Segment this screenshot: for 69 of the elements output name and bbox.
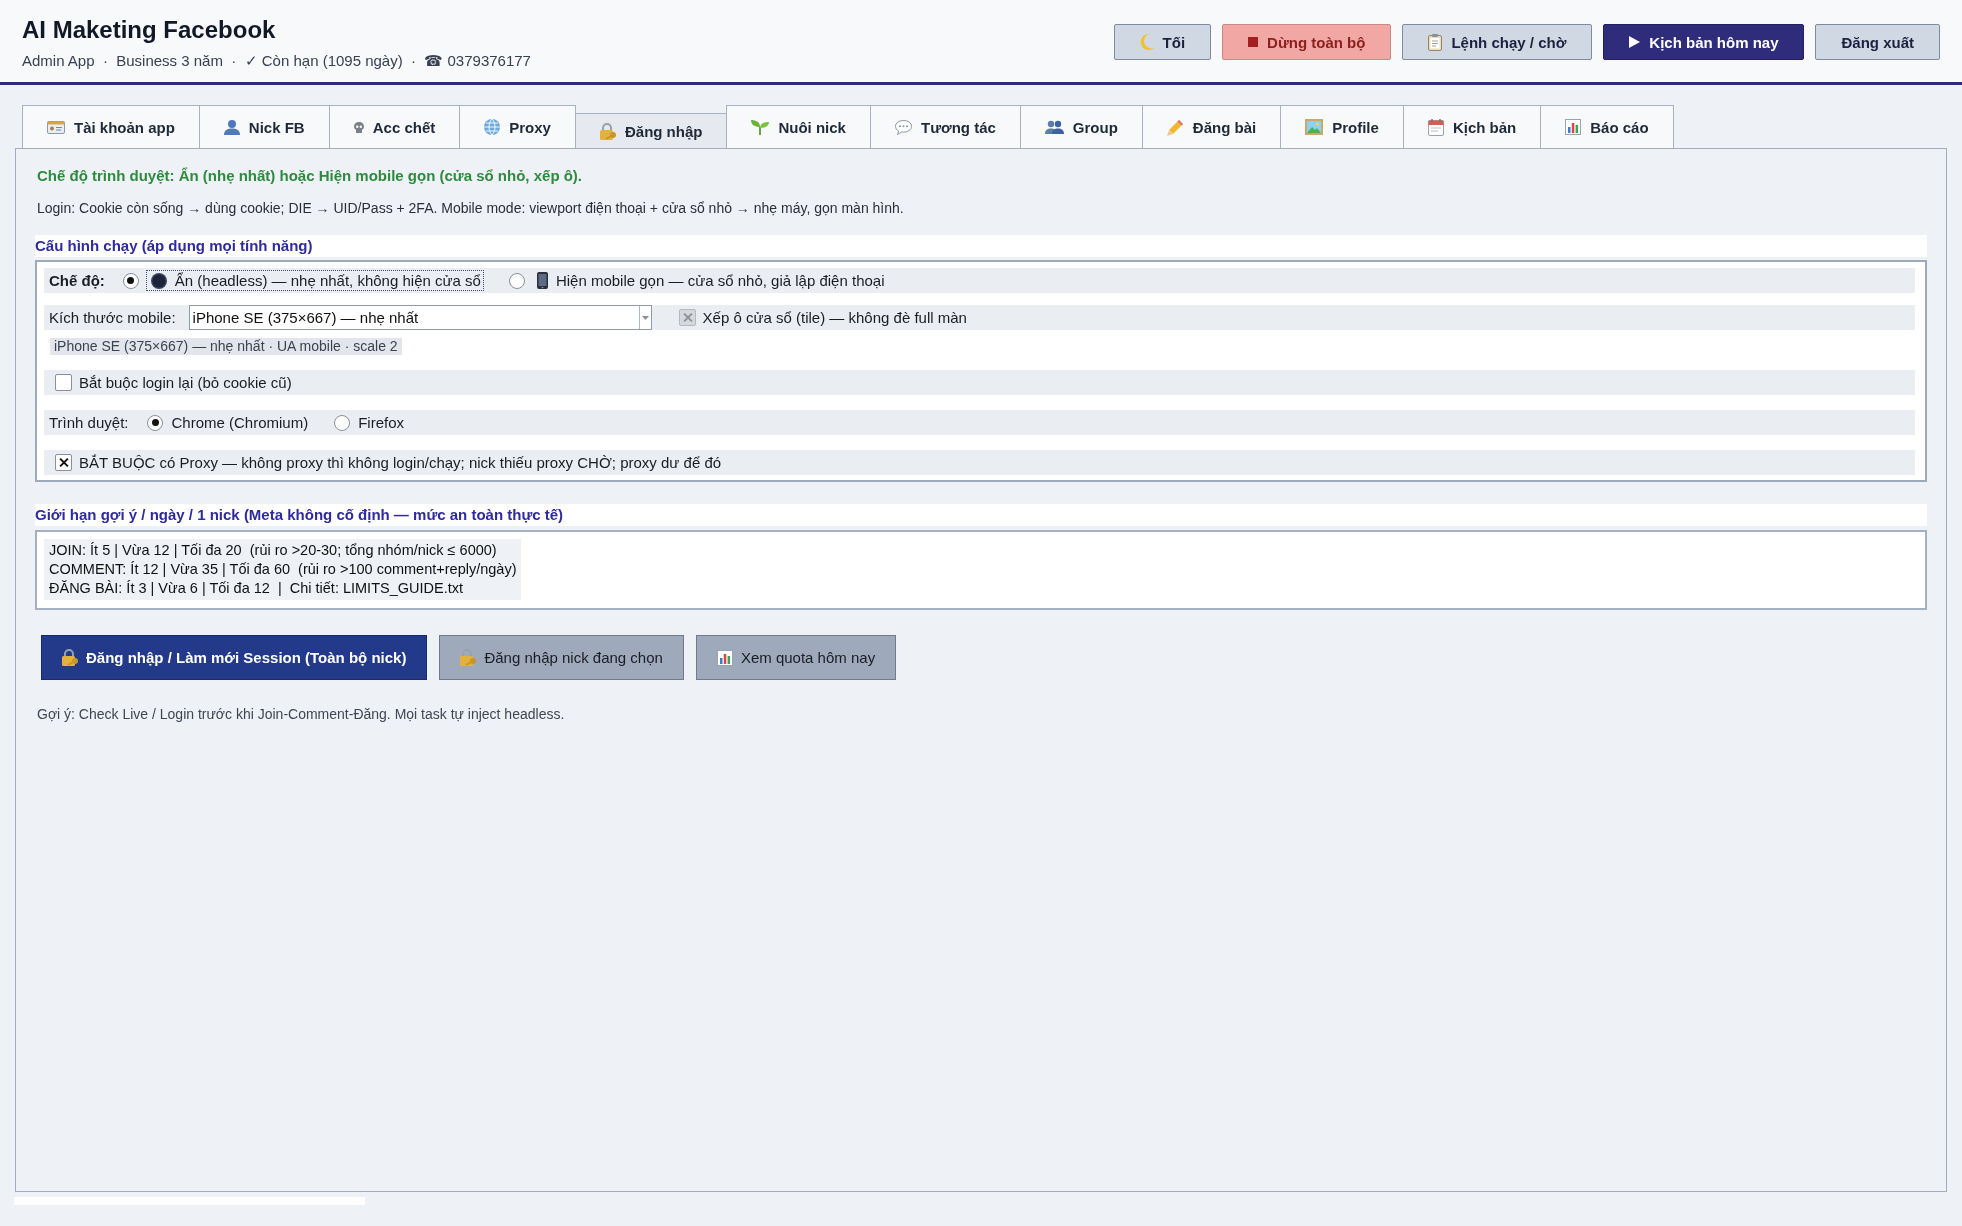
header-button[interactable]: Lệnh chạy / chờ	[1402, 24, 1593, 60]
checkbox-label[interactable]: BẮT BUỘC có Proxy — không proxy thì không login/chạy; nick thiếu proxy CHỜ; proxy dư để đó	[79, 454, 722, 471]
hint-text: Gợi ý: Check Live / Login trước khi Join-Comment-Đăng. Mọi task tự inject headless.	[37, 705, 566, 724]
radio-label[interactable]: Hiện mobile gọn — cửa sổ nhỏ, giả lập điện thoại	[532, 271, 887, 290]
phone-icon	[536, 272, 548, 289]
play-icon	[1629, 36, 1641, 48]
bar-chart-icon	[1565, 119, 1582, 135]
mobile-size-dropdown[interactable]: iPhone SE (375×667) — nhẹ nhất	[188, 305, 652, 330]
radio-button[interactable]	[122, 272, 139, 289]
action-button[interactable]: Đăng nhập nick đang chọn	[439, 635, 684, 680]
lock-key-icon	[599, 122, 616, 140]
seedling-icon	[751, 119, 770, 135]
field-label: Kích thước mobile:	[49, 309, 176, 326]
id-card-icon	[47, 120, 65, 134]
header-button[interactable]: Dừng toàn bộ	[1222, 24, 1392, 60]
tab[interactable]: Acc chết	[328, 105, 461, 148]
description-text: Login: Cookie còn sống → dùng cookie; DIE → UID/Pass + 2FA. Mobile mode: viewport điện thoại + cửa sổ nhỏ → nhẹ máy, gọn màn hình.	[37, 199, 905, 218]
tab[interactable]: Profile	[1280, 105, 1404, 148]
action-button[interactable]: Xem quota hôm nay	[695, 635, 897, 680]
limit-line: JOIN: Ít 5 | Vừa 12 | Tối đa 20 (rủi ro >20-30; tổng nhóm/nick ≤ 6000)	[49, 541, 498, 560]
action-button[interactable]: Đăng nhập / Làm mới Session (Toàn bộ nick)	[41, 635, 428, 680]
people-icon	[1044, 120, 1064, 134]
tab[interactable]: Nick FB	[198, 105, 330, 148]
globe-icon	[484, 119, 501, 135]
checkbox[interactable]	[55, 454, 72, 471]
calendar-icon	[1427, 118, 1444, 136]
section-title: Cấu hình chạy (áp dụng mọi tính năng)	[35, 235, 1927, 257]
clipboard-icon	[1428, 33, 1443, 51]
section-title: Giới hạn gợi ý / ngày / 1 nick (Meta không cố định — mức an toàn thực tế)	[35, 504, 1927, 526]
speech-bubble-icon	[894, 119, 912, 135]
checkbox-label[interactable]: Bắt buộc login lại (bỏ cookie cũ)	[79, 374, 292, 391]
moon-icon	[1139, 34, 1154, 50]
bar-chart-icon	[716, 649, 733, 666]
radio-button[interactable]	[508, 272, 525, 289]
radio-label[interactable]: Firefox	[358, 414, 404, 431]
person-icon	[223, 119, 240, 135]
caret-icon	[638, 306, 651, 329]
tab[interactable]: Nuôi nick	[726, 105, 871, 148]
limit-line: COMMENT: Ít 12 | Vừa 35 | Tối đa 60 (rủi ro >100 comment+reply/ngày)	[49, 560, 517, 579]
field-label: Chế độ:	[49, 272, 105, 289]
tab[interactable]: Đăng bài	[1141, 105, 1282, 148]
tab[interactable]: Kịch bản	[1402, 105, 1542, 148]
field-label: Trình duyệt:	[49, 414, 129, 431]
header-button[interactable]: Kịch bản hôm nay	[1603, 24, 1805, 60]
radio-button[interactable]	[334, 414, 351, 431]
lock-key-icon	[460, 649, 477, 666]
tab[interactable]: Group	[1019, 105, 1143, 148]
pencil-icon	[1166, 118, 1184, 136]
radio-label[interactable]: Chrome (Chromium)	[171, 414, 309, 431]
radio-button[interactable]	[147, 414, 164, 431]
tab[interactable]: Tương tác	[869, 105, 1021, 148]
header-button[interactable]: Tối	[1113, 24, 1212, 60]
app-title: AI Maketing Facebook	[22, 16, 277, 44]
notice-text: Chế độ trình duyệt: Ẩn (nhẹ nhất) hoặc Hiện mobile gọn (cửa sổ nhỏ, xếp ô).	[37, 166, 584, 186]
radio-label[interactable]: Ẩn (headless) — nhẹ nhất, không hiện cửa sổ	[146, 271, 483, 290]
picture-icon	[1305, 119, 1324, 135]
new-moon-icon	[150, 272, 167, 289]
header-button[interactable]: Đăng xuất	[1815, 24, 1940, 60]
size-info-label: iPhone SE (375×667) — nhẹ nhất · UA mobile · scale 2	[50, 338, 402, 355]
stop-icon	[1248, 37, 1259, 47]
lock-key-icon	[62, 649, 78, 666]
account-info: Admin App · Business 3 năm · ✓ Còn hạn (1095 ngày) · ☎ 0379376177	[22, 51, 531, 71]
tab[interactable]: Đăng nhập	[574, 113, 728, 148]
checkbox[interactable]	[55, 374, 72, 391]
tab[interactable]: Proxy	[459, 105, 576, 148]
limit-line: ĐĂNG BÀI: Ít 3 | Vừa 6 | Tối đa 12 | Chi tiết: LIMITS_GUIDE.txt	[49, 579, 464, 598]
tab[interactable]: Tài khoản app	[22, 105, 200, 148]
skull-icon	[353, 121, 364, 133]
tab[interactable]: Báo cáo	[1540, 105, 1674, 148]
